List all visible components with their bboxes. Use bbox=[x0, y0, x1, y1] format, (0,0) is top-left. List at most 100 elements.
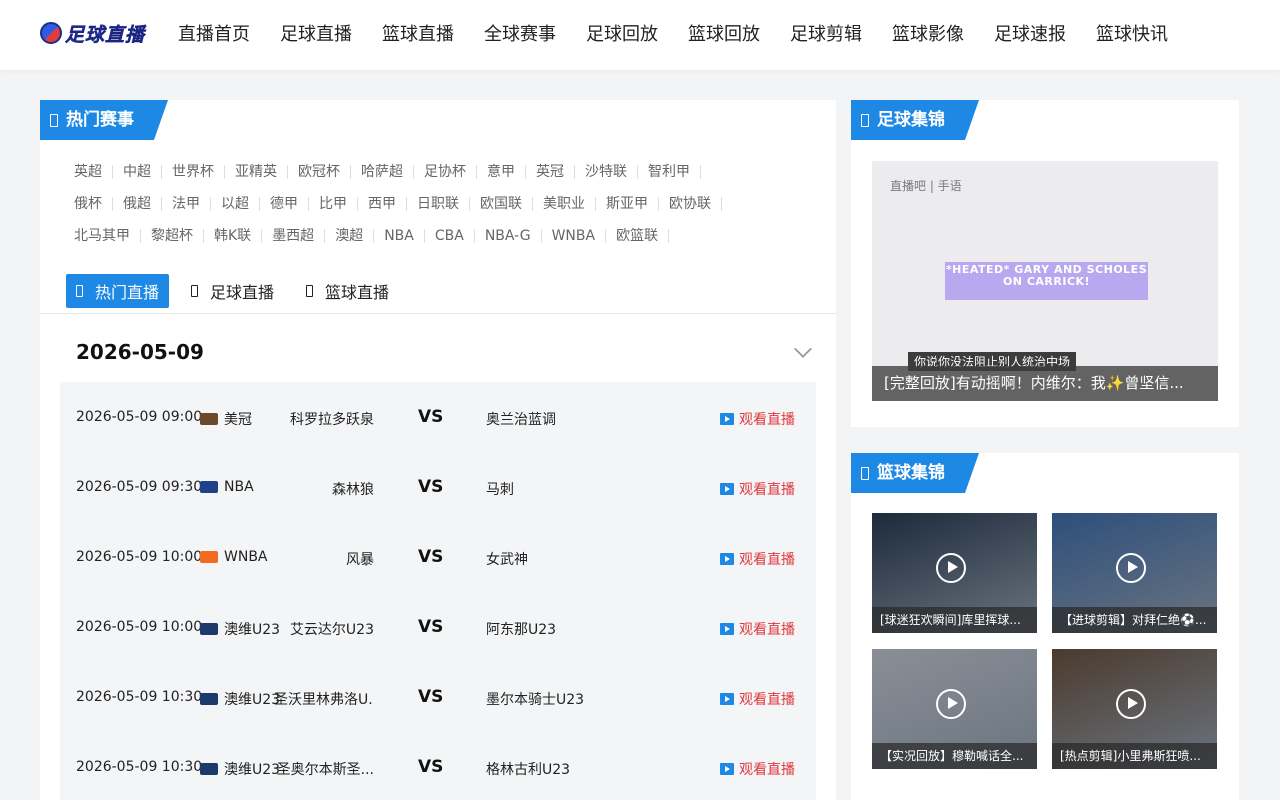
league-tags: 英超 中超 世界杯 亚精英 欧冠杯 哈萨超 足协杯 意甲 英冠 沙特联 智利甲 俄杯 俄超 法甲 以超 德甲比… bbox=[64, 156, 824, 252]
league-tag[interactable]: 法甲 bbox=[162, 197, 211, 211]
league-tag[interactable]: 英超 bbox=[64, 165, 113, 179]
league-tag[interactable]: NBA bbox=[374, 229, 425, 243]
vs-label: VS bbox=[418, 687, 444, 707]
video-thumb[interactable]: [球迷狂欢瞬间]库里挥球... bbox=[872, 513, 1037, 633]
nav-item-home[interactable]: 直播首页 bbox=[163, 0, 265, 70]
match-league[interactable]: 澳维U23 bbox=[200, 619, 280, 639]
watch-live-label: 观看直播 bbox=[739, 412, 795, 428]
nav-item-basketball-live[interactable]: 篮球直播 bbox=[367, 0, 469, 70]
league-tag[interactable]: 西甲 bbox=[358, 197, 407, 211]
league-tag[interactable]: 北马其甲 bbox=[64, 229, 141, 243]
league-tag[interactable]: 韩K联 bbox=[204, 229, 263, 243]
nav-item-football-replay[interactable]: 足球回放 bbox=[571, 0, 673, 70]
league-name: 澳维U23 bbox=[224, 692, 281, 708]
league-tag[interactable]: 美职业 bbox=[533, 197, 596, 211]
league-tag[interactable]: 中超 bbox=[113, 165, 162, 179]
play-icon[interactable] bbox=[1116, 553, 1146, 583]
league-name: NBA bbox=[224, 479, 254, 495]
football-highlights-title-text: 足球集锦 bbox=[877, 110, 945, 130]
match-league[interactable]: WNBA bbox=[200, 549, 268, 565]
watch-live-link[interactable]: 观看直播 bbox=[720, 549, 795, 569]
away-team: 马刺 bbox=[486, 482, 514, 498]
chevron-down-icon[interactable] bbox=[794, 340, 812, 358]
match-time: 2026-05-09 10:30 bbox=[76, 689, 203, 705]
nav-item-football-news[interactable]: 足球速报 bbox=[979, 0, 1081, 70]
vs-label: VS bbox=[418, 617, 444, 637]
watch-live-link[interactable]: 观看直播 bbox=[720, 619, 795, 639]
league-tag[interactable]: 比甲 bbox=[309, 197, 358, 211]
video-thumb[interactable]: [热点剪辑]小里弗斯狂喷... bbox=[1052, 649, 1217, 769]
league-logo-icon bbox=[200, 551, 218, 563]
logo-text: 足球直播 bbox=[65, 23, 146, 46]
nav-item-global-events[interactable]: 全球赛事 bbox=[469, 0, 571, 70]
watch-live-link[interactable]: 观看直播 bbox=[720, 409, 795, 429]
play-icon bbox=[720, 483, 734, 495]
league-logo-icon bbox=[200, 623, 218, 635]
league-tag[interactable]: 澳超 bbox=[325, 229, 375, 243]
play-icon[interactable] bbox=[936, 689, 966, 719]
league-tag[interactable]: 黎超杯 bbox=[141, 229, 204, 243]
league-tag[interactable]: 墨西超 bbox=[262, 229, 326, 243]
nav-item-football-live[interactable]: 足球直播 bbox=[265, 0, 367, 70]
match-league[interactable]: 美冠 bbox=[200, 409, 252, 429]
tag-row: 俄杯 俄超 法甲 以超 德甲 比甲 西甲 日职联 欧国联 美职业 斯亚甲 欧协联 bbox=[64, 188, 824, 220]
football-highlights-title: 足球集锦 bbox=[851, 100, 979, 140]
watch-live-link[interactable]: 观看直播 bbox=[720, 479, 795, 499]
match-league[interactable]: 澳维U23 bbox=[200, 759, 280, 779]
watch-live-label: 观看直播 bbox=[739, 762, 795, 778]
league-tag[interactable]: 意甲 bbox=[477, 165, 526, 179]
league-tag[interactable]: WNBA bbox=[542, 229, 607, 243]
league-name: 澳维U23 bbox=[224, 762, 281, 778]
tab-hot-live[interactable]: 热门直播 bbox=[66, 274, 170, 308]
play-icon[interactable] bbox=[1116, 689, 1146, 719]
divider bbox=[40, 313, 836, 314]
league-tag[interactable]: 以超 bbox=[211, 197, 260, 211]
video-caption[interactable]: [完整回放]有动摇啊！内维尔：我✨曾坚信... bbox=[872, 366, 1218, 401]
league-tag[interactable]: 欧协联 bbox=[659, 197, 722, 211]
league-tag[interactable]: 英冠 bbox=[526, 165, 575, 179]
league-tag[interactable]: 世界杯 bbox=[162, 165, 225, 179]
nav-item-football-clips[interactable]: 足球剪辑 bbox=[775, 0, 877, 70]
play-icon bbox=[720, 623, 734, 635]
league-tag[interactable]: 亚精英 bbox=[225, 165, 288, 179]
watch-live-link[interactable]: 观看直播 bbox=[720, 759, 795, 779]
league-tag[interactable]: 欧篮联 bbox=[606, 229, 670, 243]
away-team: 墨尔本骑士U23 bbox=[486, 692, 585, 708]
hot-events-title-text: 热门赛事 bbox=[66, 110, 134, 130]
league-tag[interactable]: 俄杯 bbox=[64, 197, 113, 211]
nav-item-basketball-video[interactable]: 篮球影像 bbox=[877, 0, 979, 70]
league-tag[interactable]: 欧国联 bbox=[470, 197, 533, 211]
league-tag[interactable]: 日职联 bbox=[407, 197, 470, 211]
league-tag[interactable]: CBA bbox=[425, 229, 475, 243]
league-tag[interactable]: 哈萨超 bbox=[351, 165, 414, 179]
highlight-video-card[interactable]: 直播吧 | 手语 *HEATED* GARY AND SCHOLES ON CA… bbox=[872, 161, 1218, 401]
watch-live-link[interactable]: 观看直播 bbox=[720, 689, 795, 709]
match-league[interactable]: NBA bbox=[200, 479, 254, 495]
phone-icon bbox=[76, 285, 83, 297]
league-tag[interactable]: 沙特联 bbox=[575, 165, 638, 179]
league-tag[interactable]: 智利甲 bbox=[638, 165, 701, 179]
league-tag[interactable]: 欧冠杯 bbox=[288, 165, 351, 179]
league-tag[interactable]: 斯亚甲 bbox=[596, 197, 659, 211]
phone-icon bbox=[191, 285, 199, 297]
match-league[interactable]: 澳维U23 bbox=[200, 689, 280, 709]
site-logo[interactable]: 足球直播 bbox=[40, 18, 145, 48]
tag-row: 英超 中超 世界杯 亚精英 欧冠杯 哈萨超 足协杯 意甲 英冠 沙特联 智利甲 bbox=[64, 156, 824, 188]
away-team: 奥兰治蓝调 bbox=[486, 412, 556, 428]
home-team: 艾云达尔U23 bbox=[289, 622, 374, 638]
nav-item-basketball-news[interactable]: 篮球快讯 bbox=[1081, 0, 1183, 70]
tab-basketball-live[interactable]: 篮球直播 bbox=[296, 274, 399, 308]
video-thumb[interactable]: 【实况回放】穆勒喊话全... bbox=[872, 649, 1037, 769]
league-tag[interactable]: 俄超 bbox=[113, 197, 162, 211]
league-tag[interactable]: 足协杯 bbox=[414, 165, 477, 179]
tab-football-live[interactable]: 足球直播 bbox=[181, 274, 284, 308]
play-icon[interactable] bbox=[936, 553, 966, 583]
league-tag[interactable]: NBA-G bbox=[475, 229, 542, 243]
video-thumb[interactable]: 【进球剪辑】对拜仁绝⚽... bbox=[1052, 513, 1217, 633]
basketball-highlights-panel: 篮球集锦 [球迷狂欢瞬间]库里挥球... 【进球剪辑】对拜仁绝⚽... 【实况回放】… bbox=[851, 453, 1239, 800]
match-time: 2026-05-09 09:30 bbox=[76, 479, 203, 495]
league-tag[interactable]: 德甲 bbox=[260, 197, 309, 211]
home-team: 科罗拉多跃泉 bbox=[290, 412, 374, 428]
nav-item-basketball-replay[interactable]: 篮球回放 bbox=[673, 0, 775, 70]
tag-row: 北马其甲 黎超杯 韩K联 墨西超 澳超 NBA CBA NBA-G WNBA 欧篮联 bbox=[64, 220, 824, 252]
